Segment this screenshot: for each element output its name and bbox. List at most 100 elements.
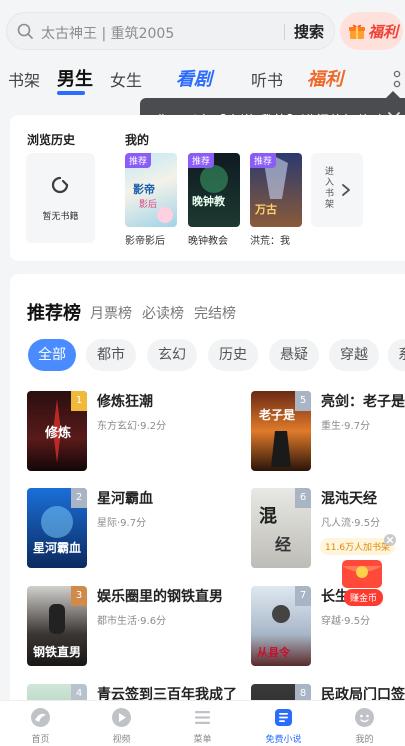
coin-reward-widget[interactable]: 11.6万人加书架 赚金币 bbox=[320, 534, 400, 606]
home-icon bbox=[31, 708, 50, 727]
book-meta: 星际·9.7分 bbox=[97, 518, 147, 529]
ranking-subtab[interactable]: 完结榜 bbox=[194, 303, 236, 323]
tab-drama[interactable]: 看剧 bbox=[176, 65, 212, 91]
rank-badge: 6 bbox=[295, 488, 311, 508]
book-cover[interactable]: 混 经 6 bbox=[251, 488, 311, 568]
svg-text:钢铁直男: 钢铁直男 bbox=[33, 644, 81, 659]
nav-menu[interactable]: 菜单 bbox=[162, 701, 243, 746]
search-icon bbox=[17, 23, 33, 39]
book-meta: 都市生活·9.6分 bbox=[97, 616, 167, 627]
book-cover[interactable]: 老子是 5 bbox=[251, 391, 311, 471]
empty-history: 暂无书籍 bbox=[26, 153, 95, 243]
history-title: 浏览历史 bbox=[27, 133, 76, 147]
svg-text:从县令: 从县令 bbox=[257, 645, 291, 659]
enter-bookshelf-button[interactable]: 进入书架 bbox=[311, 153, 363, 227]
chip-all[interactable]: 全部 bbox=[28, 339, 76, 371]
book-cover[interactable]: 修炼 1 bbox=[27, 391, 87, 471]
nav-label: 首页 bbox=[31, 735, 50, 745]
book-title[interactable]: 星河霸血 bbox=[97, 488, 153, 508]
more-icon[interactable] bbox=[392, 68, 402, 90]
loading-icon bbox=[51, 176, 69, 194]
svg-text:影后: 影后 bbox=[139, 199, 157, 210]
video-icon bbox=[112, 708, 131, 727]
nav-label: 我的 bbox=[355, 735, 374, 745]
book-cover[interactable]: 钢铁直男 3 bbox=[27, 586, 87, 666]
shelf-title: 我的 bbox=[125, 133, 150, 147]
book-title[interactable]: 娱乐圈里的钢铁直男 bbox=[97, 586, 223, 606]
profile-icon bbox=[355, 708, 374, 727]
book-meta: 重生·9.7分 bbox=[321, 421, 371, 432]
tab-audiobook[interactable]: 听书 bbox=[251, 67, 283, 91]
chip-suspense[interactable]: 悬疑 bbox=[269, 339, 319, 371]
earn-coins-pill: 赚金币 bbox=[344, 589, 384, 606]
enter-shelf-label: 进入书架 bbox=[325, 167, 335, 210]
chevron-right-icon bbox=[342, 184, 350, 196]
book-cover[interactable]: 从县令 7 bbox=[251, 586, 311, 666]
nav-video[interactable]: 视频 bbox=[81, 701, 162, 746]
tab-welfare[interactable]: 福利 bbox=[307, 65, 343, 91]
nav-label: 菜单 bbox=[193, 735, 212, 745]
shelf-book-cover[interactable]: 晚钟教 推荐 bbox=[188, 153, 240, 227]
chip-time-travel[interactable]: 穿越 bbox=[329, 339, 379, 371]
category-tabs: 书架 男生 女生 看剧 听书 福利 bbox=[0, 62, 405, 98]
rank-badge: 3 bbox=[71, 586, 87, 606]
empty-text: 暂无书籍 bbox=[42, 212, 79, 222]
tab-bookshelf[interactable]: 书架 bbox=[8, 67, 40, 91]
bottom-nav: 首页 视频 菜单 免费小说 我的 bbox=[0, 700, 405, 746]
recommend-tag: 推荐 bbox=[188, 153, 215, 168]
chip-more[interactable]: 系 bbox=[388, 339, 405, 371]
shelf-book-cover[interactable]: 影帝 影后 推荐 bbox=[125, 153, 177, 227]
book-title[interactable]: 修炼狂潮 bbox=[97, 391, 153, 411]
fuli-label: 福利 bbox=[368, 23, 399, 41]
chip-urban[interactable]: 都市 bbox=[86, 339, 136, 371]
shelf-book-cover[interactable]: 万古 推荐 bbox=[250, 153, 302, 227]
book-icon bbox=[275, 709, 292, 726]
nav-home[interactable]: 首页 bbox=[0, 701, 81, 746]
shelf-book-title: 影帝影后 bbox=[125, 236, 165, 247]
recommend-tag: 推荐 bbox=[250, 153, 277, 168]
nav-label: 免费小说 bbox=[265, 735, 302, 745]
gift-icon bbox=[349, 24, 365, 39]
svg-text:经: 经 bbox=[275, 535, 291, 554]
rank-badge: 1 bbox=[71, 391, 87, 411]
search-button[interactable]: 搜索 bbox=[284, 13, 334, 51]
fuli-button[interactable]: 福利 bbox=[340, 12, 403, 50]
search-input[interactable]: 太古神王 | 重筑2005 bbox=[41, 23, 174, 43]
search-bar[interactable]: 太古神王 | 重筑2005 搜索 bbox=[6, 12, 335, 50]
nav-free-novels[interactable]: 免费小说 bbox=[243, 701, 324, 746]
tab-female[interactable]: 女生 bbox=[110, 67, 142, 91]
menu-icon bbox=[195, 711, 210, 724]
nav-profile[interactable]: 我的 bbox=[324, 701, 405, 746]
nav-label: 视频 bbox=[112, 735, 131, 745]
ranking-title[interactable]: 推荐榜 bbox=[27, 299, 81, 325]
rank-badge: 7 bbox=[295, 586, 311, 606]
svg-text:混: 混 bbox=[259, 506, 277, 527]
chip-fantasy[interactable]: 玄幻 bbox=[147, 339, 197, 371]
chip-history[interactable]: 历史 bbox=[208, 339, 258, 371]
rank-badge: 5 bbox=[295, 391, 311, 411]
svg-text:修炼: 修炼 bbox=[44, 425, 71, 441]
red-envelope-icon bbox=[342, 560, 382, 588]
book-cover[interactable]: 星河霸血 2 bbox=[27, 488, 87, 568]
ranking-subtab[interactable]: 月票榜 bbox=[90, 303, 132, 323]
svg-text:老子是: 老子是 bbox=[259, 407, 296, 422]
ranking-card: 推荐榜 月票榜 必读榜 完结榜 全部 都市 玄幻 历史 悬疑 穿越 系 修炼 1… bbox=[10, 274, 405, 704]
shelf-book-title: 晚钟教会 bbox=[188, 236, 228, 247]
svg-text:万古: 万古 bbox=[254, 202, 277, 216]
book-meta: 凡人流·9.5分 bbox=[321, 518, 381, 529]
history-card: 浏览历史 我的 暂无书籍 影帝 影后 推荐 影帝影后 晚钟教 推荐 晚钟教会 万… bbox=[10, 115, 405, 261]
ranking-subtab[interactable]: 必读榜 bbox=[142, 303, 184, 323]
shelf-book-title: 洪荒：我 bbox=[250, 236, 290, 247]
close-icon[interactable] bbox=[384, 534, 396, 546]
book-meta: 东方玄幻·9.2分 bbox=[97, 421, 167, 432]
active-tab-indicator bbox=[57, 91, 85, 95]
svg-text:影帝: 影帝 bbox=[133, 182, 155, 196]
book-title[interactable]: 混沌天经 bbox=[321, 488, 377, 508]
rank-badge: 2 bbox=[71, 488, 87, 508]
recommend-tag: 推荐 bbox=[125, 153, 152, 168]
svg-text:星河霸血: 星河霸血 bbox=[33, 540, 81, 555]
svg-text:晚钟教: 晚钟教 bbox=[192, 194, 226, 208]
book-title[interactable]: 亮剑：老子是丁 bbox=[321, 391, 405, 411]
tab-male[interactable]: 男生 bbox=[57, 65, 93, 91]
book-meta: 穿越·9.5分 bbox=[321, 616, 371, 627]
